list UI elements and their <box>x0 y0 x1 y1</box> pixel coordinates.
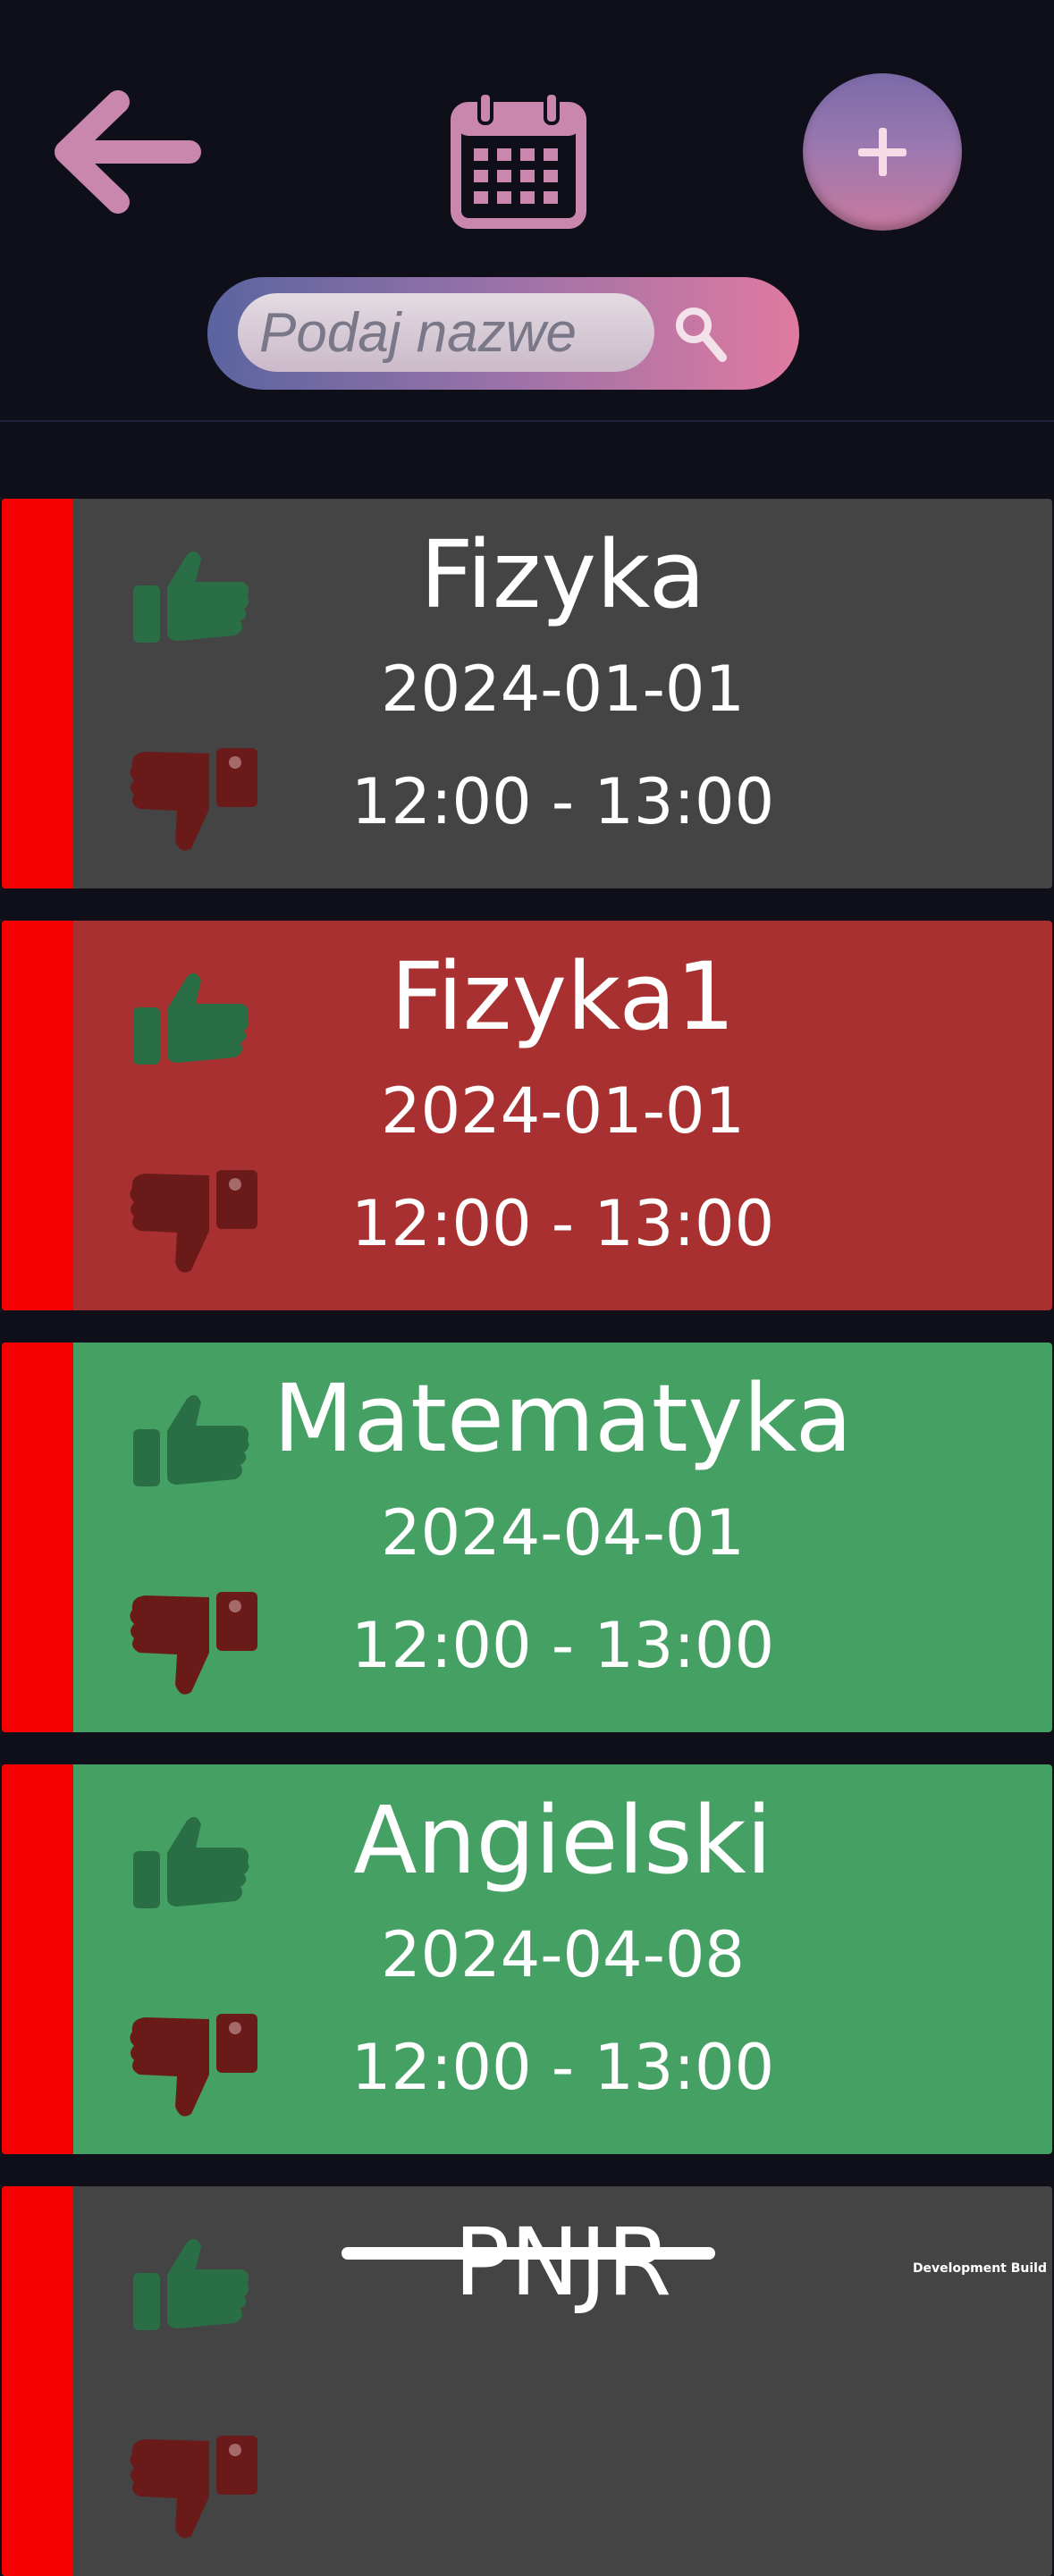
lesson-time: 12:00 - 13:00 <box>350 765 775 838</box>
lesson-card[interactable]: Angielski 2024-04-08 12:00 - 13:00 <box>2 1764 1052 2154</box>
lesson-date: 2024-01-01 <box>381 652 745 726</box>
status-stripe <box>2 1764 73 2154</box>
add-button[interactable] <box>803 73 962 231</box>
lesson-card[interactable]: PNJR <box>2 2186 1052 2576</box>
lesson-name: Fizyka <box>419 520 706 629</box>
lesson-card[interactable]: Fizyka1 2024-01-01 12:00 - 13:00 <box>2 921 1052 1310</box>
lesson-time: 12:00 - 13:00 <box>350 1187 775 1260</box>
status-stripe <box>2 499 73 888</box>
thumbs-down-icon[interactable] <box>127 2432 261 2544</box>
development-build-label: Development Build <box>912 2261 1047 2276</box>
lesson-time: 12:00 - 13:00 <box>350 1609 775 1682</box>
lesson-card[interactable]: Matematyka 2024-04-01 12:00 - 13:00 <box>2 1343 1052 1732</box>
calendar-icon[interactable] <box>447 89 590 232</box>
status-stripe <box>2 1343 73 1732</box>
lesson-name: Fizyka1 <box>390 942 736 1051</box>
home-indicator[interactable] <box>341 2247 715 2260</box>
lesson-name: PNJR <box>453 2208 672 2317</box>
status-stripe <box>2 2186 73 2576</box>
lesson-date: 2024-04-01 <box>381 1496 745 1570</box>
lesson-card[interactable]: Fizyka 2024-01-01 12:00 - 13:00 <box>2 499 1052 888</box>
lesson-name: Angielski <box>353 1786 772 1895</box>
search-input[interactable] <box>238 293 654 372</box>
lesson-date: 2024-04-08 <box>381 1918 745 1991</box>
lesson-name: Matematyka <box>273 1364 853 1473</box>
lesson-date: 2024-01-01 <box>381 1074 745 1148</box>
arrow-left-icon[interactable] <box>54 89 206 215</box>
top-bar <box>0 0 1054 422</box>
status-stripe <box>2 921 73 1310</box>
lesson-time: 12:00 - 13:00 <box>350 2031 775 2104</box>
magnifier-icon[interactable] <box>672 304 729 366</box>
